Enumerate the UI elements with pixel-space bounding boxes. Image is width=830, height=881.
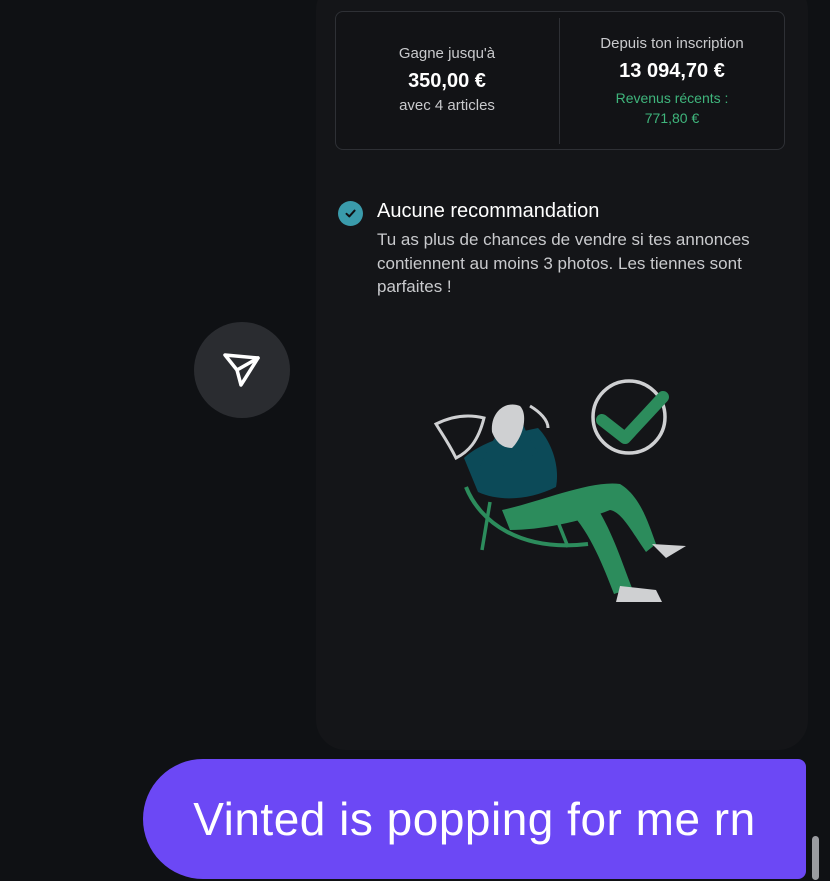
earn-up-to-value: 350,00 € [408,70,486,92]
recent-earnings-label: Revenus récents : [615,90,729,106]
recommendation-title: Aucune recommandation [377,200,600,222]
earn-up-to-stat: Gagne jusqu'à 350,00 € avec 4 articles [336,12,558,114]
since-signup-stat: Depuis ton inscription 13 094,70 € Reven… [561,12,783,128]
earn-up-to-label: Gagne jusqu'à [398,45,496,62]
since-signup-value: 13 094,70 € [619,60,725,82]
share-button[interactable] [194,322,290,418]
relaxing-person-checkmark-illustration [433,379,686,602]
send-icon [223,353,260,387]
stats-divider [559,18,560,144]
recommendation-text: Tu as plus de chances de vendre si tes a… [377,230,750,296]
recent-earnings-value: 771,80 € [644,110,700,126]
message-text: Vinted is popping for me rn [193,793,756,845]
scrollbar[interactable] [812,836,819,880]
since-signup-label: Depuis ton inscription [600,35,744,52]
check-circle-icon [338,201,363,226]
earn-up-to-articles: avec 4 articles [399,97,495,114]
earnings-stats-box: Gagne jusqu'à 350,00 € avec 4 articles D… [335,11,785,150]
chat-message-bubble[interactable]: Vinted is popping for me rn [143,759,806,879]
